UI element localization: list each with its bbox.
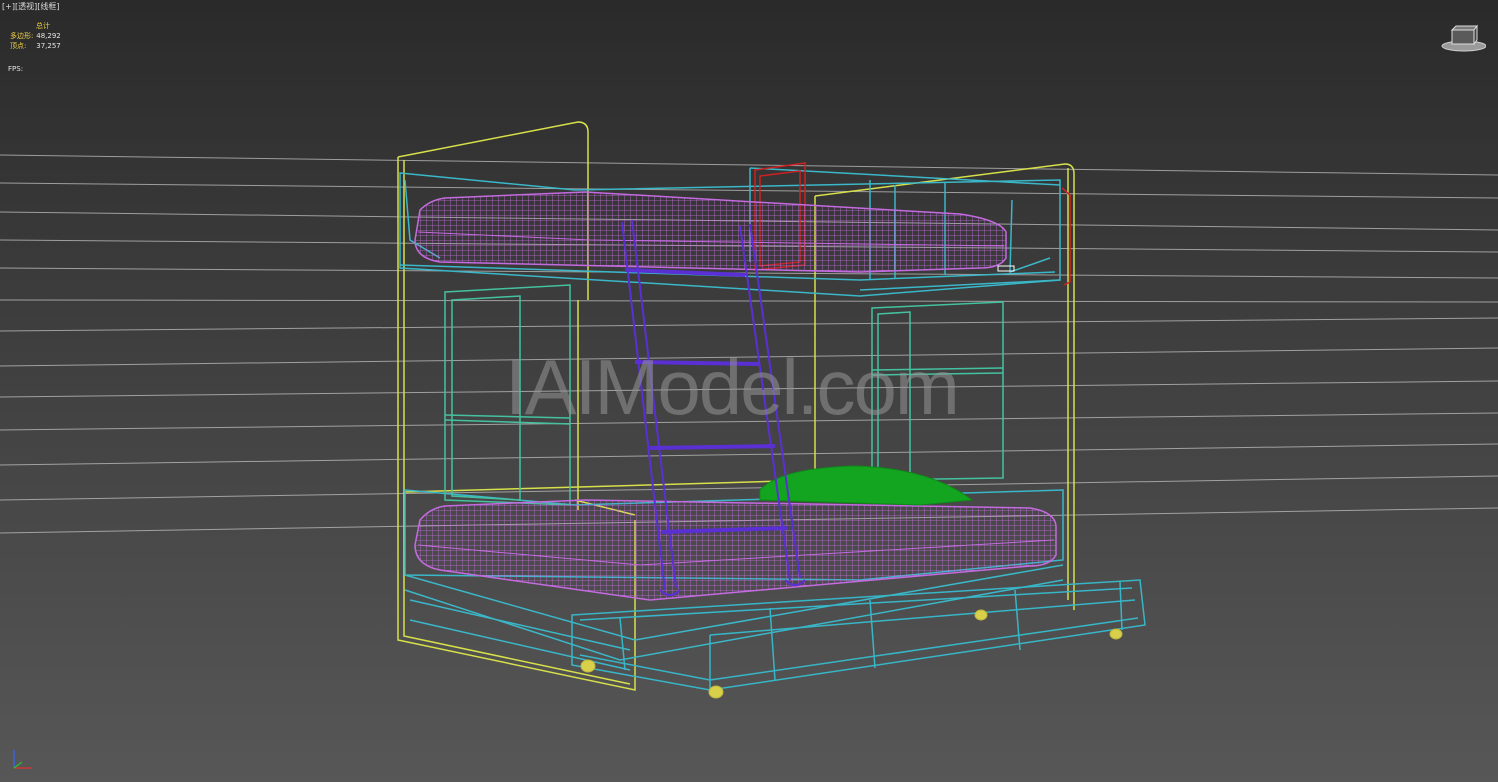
stats-polygons: 多边形: 48,292 [10, 31, 61, 41]
vertices-value: 37,257 [36, 42, 61, 50]
viewport-view-menu[interactable]: [透视] [15, 2, 37, 11]
polygons-label: 多边形: [10, 32, 34, 40]
viewport-plus-menu[interactable]: [+] [2, 2, 15, 11]
selection-marker [997, 265, 1015, 272]
bottom-mattress [414, 499, 1057, 601]
top-mattress [414, 191, 1007, 273]
vertices-label: 顶点: [10, 42, 27, 50]
viewport-label[interactable]: [+][透视][线框] [2, 2, 59, 12]
stats-title: 总计 [36, 22, 50, 30]
scene-statistics: 总计 多边形: 48,292 顶点: 37,257 [10, 21, 61, 51]
fps-label: FPS: [8, 65, 24, 73]
viewport-shading-menu[interactable]: [线框] [37, 2, 59, 11]
watermark: IAIModel.com [505, 343, 960, 431]
axis-gizmo-icon [13, 750, 32, 769]
viewcube-icon[interactable] [1440, 22, 1486, 52]
polygons-value: 48,292 [36, 32, 61, 40]
stats-vertices: 顶点: 37,257 [10, 41, 61, 51]
fps-readout: FPS: [8, 64, 23, 74]
pillow [759, 465, 974, 506]
